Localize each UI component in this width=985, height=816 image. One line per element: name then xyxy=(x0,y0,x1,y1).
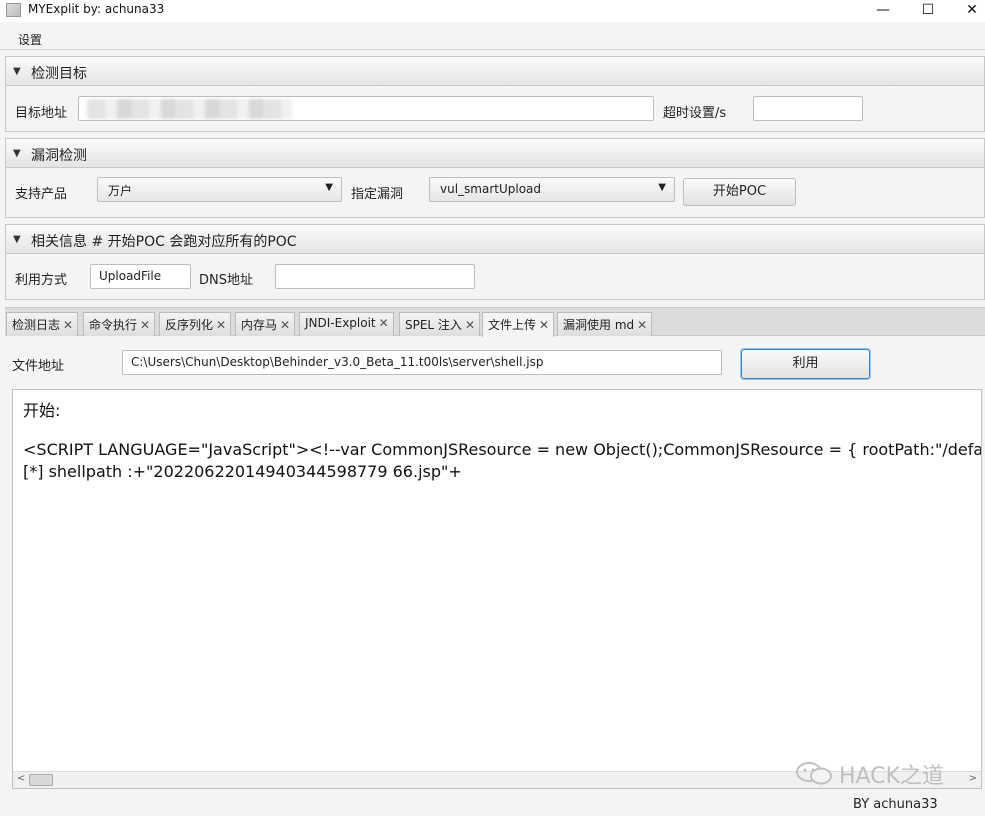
section-title-target: 检测目标 xyxy=(31,66,87,82)
file-path-label: 文件地址 xyxy=(12,359,65,374)
output-line: <SCRIPT LANGUAGE="JavaScript"><!--var Co… xyxy=(23,440,982,459)
output-line: [*] shellpath :+"20220622014940344598779… xyxy=(23,462,462,481)
tab-spel-injection[interactable]: SPEL 注入 ✕ xyxy=(399,312,480,336)
product-select[interactable]: 万户 ▼ xyxy=(97,177,342,202)
wechat-icon xyxy=(796,762,832,785)
chevron-down-icon: ▼ xyxy=(658,182,666,193)
section-title-vuln: 漏洞检测 xyxy=(31,148,87,164)
tab-detect-log[interactable]: 检测日志 ✕ xyxy=(6,312,79,336)
app-icon xyxy=(6,3,21,17)
section-header-vuln[interactable]: ▼ 漏洞检测 xyxy=(5,138,985,168)
menu-settings[interactable]: 设置 xyxy=(18,31,42,48)
section-title-info: 相关信息 # 开始POC 会跑对应所有的POC xyxy=(31,234,297,250)
horizontal-scrollbar[interactable]: < > xyxy=(13,771,981,788)
tab-command-exec[interactable]: 命令执行 ✕ xyxy=(83,312,156,336)
output-textarea[interactable]: 开始: <SCRIPT LANGUAGE="JavaScript"><!--va… xyxy=(12,389,982,789)
product-label: 支持产品 xyxy=(15,187,68,202)
close-icon[interactable]: ✕ xyxy=(280,318,290,332)
close-icon[interactable]: ✕ xyxy=(63,318,73,332)
app-window: MYExplit by: achuna33 — ☐ ✕ 设置 ▼ 检测目标 目标… xyxy=(0,0,985,816)
footer-credit: BY achuna33 xyxy=(853,797,938,812)
section-body-target: 目标地址 超时设置/s xyxy=(5,86,985,132)
close-icon[interactable]: ✕ xyxy=(216,318,226,332)
tab-deserialize[interactable]: 反序列化 ✕ xyxy=(159,312,232,336)
tab-memshell[interactable]: 内存马 ✕ xyxy=(235,312,296,336)
target-label: 目标地址 xyxy=(15,106,68,121)
menu-bar: 设置 xyxy=(0,28,985,50)
vuln-label: 指定漏洞 xyxy=(351,187,404,202)
section-header-info[interactable]: ▼ 相关信息 # 开始POC 会跑对应所有的POC xyxy=(5,224,985,254)
timeout-label: 超时设置/s xyxy=(663,106,727,121)
tab-jndi-exploit[interactable]: JNDI-Exploit ✕ xyxy=(299,312,394,336)
title-bar: MYExplit by: achuna33 — ☐ ✕ xyxy=(0,0,985,22)
chevron-down-icon: ▼ xyxy=(325,182,333,193)
vuln-select[interactable]: vul_smartUpload ▼ xyxy=(429,177,675,202)
start-poc-button[interactable]: 开始POC xyxy=(683,178,796,206)
close-icon[interactable]: ✕ xyxy=(379,316,389,330)
collapse-arrow-icon: ▼ xyxy=(13,234,21,245)
scroll-left-icon[interactable]: < xyxy=(17,773,25,784)
tab-vuln-usage-md[interactable]: 漏洞使用 md ✕ xyxy=(557,312,653,336)
close-icon[interactable]: ✕ xyxy=(952,0,985,22)
method-input[interactable]: UploadFile xyxy=(90,264,191,289)
target-input[interactable] xyxy=(78,96,654,121)
output-line: 开始: xyxy=(23,401,61,420)
close-icon[interactable]: ✕ xyxy=(637,318,647,332)
timeout-input[interactable] xyxy=(753,96,863,121)
minimize-icon[interactable]: — xyxy=(863,0,903,22)
close-icon[interactable]: ✕ xyxy=(465,318,475,332)
scroll-right-icon[interactable]: > xyxy=(969,773,977,784)
dns-label: DNS地址 xyxy=(199,273,253,288)
tab-file-upload[interactable]: 文件上传 ✕ xyxy=(482,312,555,337)
section-body-vuln: 支持产品 万户 ▼ 指定漏洞 vul_smartUpload ▼ 开始POC xyxy=(5,168,985,218)
collapse-arrow-icon: ▼ xyxy=(13,66,21,77)
method-label: 利用方式 xyxy=(15,273,68,288)
dns-input[interactable] xyxy=(275,264,475,289)
exploit-button[interactable]: 利用 xyxy=(741,349,870,379)
redacted-target xyxy=(87,99,292,119)
tab-bar: 检测日志 ✕ 命令执行 ✕ 反序列化 ✕ 内存马 ✕ JNDI-Exploit ✕ SPE… xyxy=(5,307,985,337)
section-body-info: 利用方式 UploadFile DNS地址 xyxy=(5,254,985,300)
collapse-arrow-icon: ▼ xyxy=(13,148,21,159)
section-header-target[interactable]: ▼ 检测目标 xyxy=(5,56,985,86)
watermark-text: HACK之道 xyxy=(839,764,944,789)
file-path-input[interactable]: C:\Users\Chun\Desktop\Behinder_v3.0_Beta… xyxy=(122,350,722,375)
close-icon[interactable]: ✕ xyxy=(140,318,150,332)
scroll-thumb[interactable] xyxy=(29,774,53,786)
window-title: MYExplit by: achuna33 xyxy=(28,2,165,16)
maximize-icon[interactable]: ☐ xyxy=(908,0,948,22)
close-icon[interactable]: ✕ xyxy=(539,318,549,332)
